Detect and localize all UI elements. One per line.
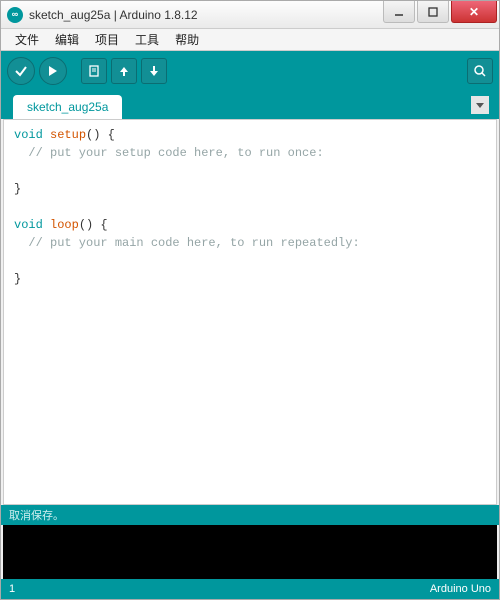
keyword: void xyxy=(14,218,43,232)
app-icon-glyph: ∞ xyxy=(12,10,18,19)
function-name: loop xyxy=(50,218,79,232)
new-button[interactable] xyxy=(81,58,107,84)
arrow-down-icon xyxy=(147,64,161,78)
menu-edit[interactable]: 编辑 xyxy=(47,29,87,50)
keyword: void xyxy=(14,128,43,142)
comment: // put your main code here, to run repea… xyxy=(14,236,360,250)
tabbar: sketch_aug25a xyxy=(1,91,499,119)
chevron-down-icon xyxy=(475,100,485,110)
app-icon: ∞ xyxy=(7,7,23,23)
verify-button[interactable] xyxy=(7,57,35,85)
toolbar xyxy=(1,51,499,91)
serial-monitor-button[interactable] xyxy=(467,58,493,84)
app-window: ∞ sketch_aug25a | Arduino 1.8.12 ✕ 文件 编辑… xyxy=(0,0,500,600)
tab-menu-button[interactable] xyxy=(471,96,489,114)
line-number: 1 xyxy=(9,583,15,595)
file-icon xyxy=(87,64,101,78)
status-text: 取消保存。 xyxy=(9,507,64,523)
maximize-button[interactable] xyxy=(417,1,449,23)
arrow-up-icon xyxy=(117,64,131,78)
menu-file[interactable]: 文件 xyxy=(7,29,47,50)
menubar: 文件 编辑 项目 工具 帮助 xyxy=(1,29,499,51)
serial-monitor-icon xyxy=(473,64,487,78)
titlebar: ∞ sketch_aug25a | Arduino 1.8.12 ✕ xyxy=(1,1,499,29)
menu-tools[interactable]: 工具 xyxy=(127,29,167,50)
function-name: setup xyxy=(50,128,86,142)
save-button[interactable] xyxy=(141,58,167,84)
menu-project[interactable]: 项目 xyxy=(87,29,127,50)
window-buttons: ✕ xyxy=(381,1,499,28)
window-title: sketch_aug25a | Arduino 1.8.12 xyxy=(29,8,381,22)
menu-help[interactable]: 帮助 xyxy=(167,29,207,50)
upload-button[interactable] xyxy=(39,57,67,85)
status-bar: 取消保存。 xyxy=(1,505,499,525)
check-icon xyxy=(13,63,29,79)
comment: // put your setup code here, to run once… xyxy=(14,146,324,160)
footer-bar: 1 Arduino Uno xyxy=(1,579,499,599)
arrow-right-icon xyxy=(45,63,61,79)
minimize-button[interactable] xyxy=(383,1,415,23)
code-editor[interactable]: void setup() { // put your setup code he… xyxy=(3,119,497,505)
tab-sketch[interactable]: sketch_aug25a xyxy=(13,95,122,119)
console-output[interactable] xyxy=(3,525,497,579)
close-button[interactable]: ✕ xyxy=(451,1,497,23)
board-name: Arduino Uno xyxy=(430,583,491,595)
open-button[interactable] xyxy=(111,58,137,84)
